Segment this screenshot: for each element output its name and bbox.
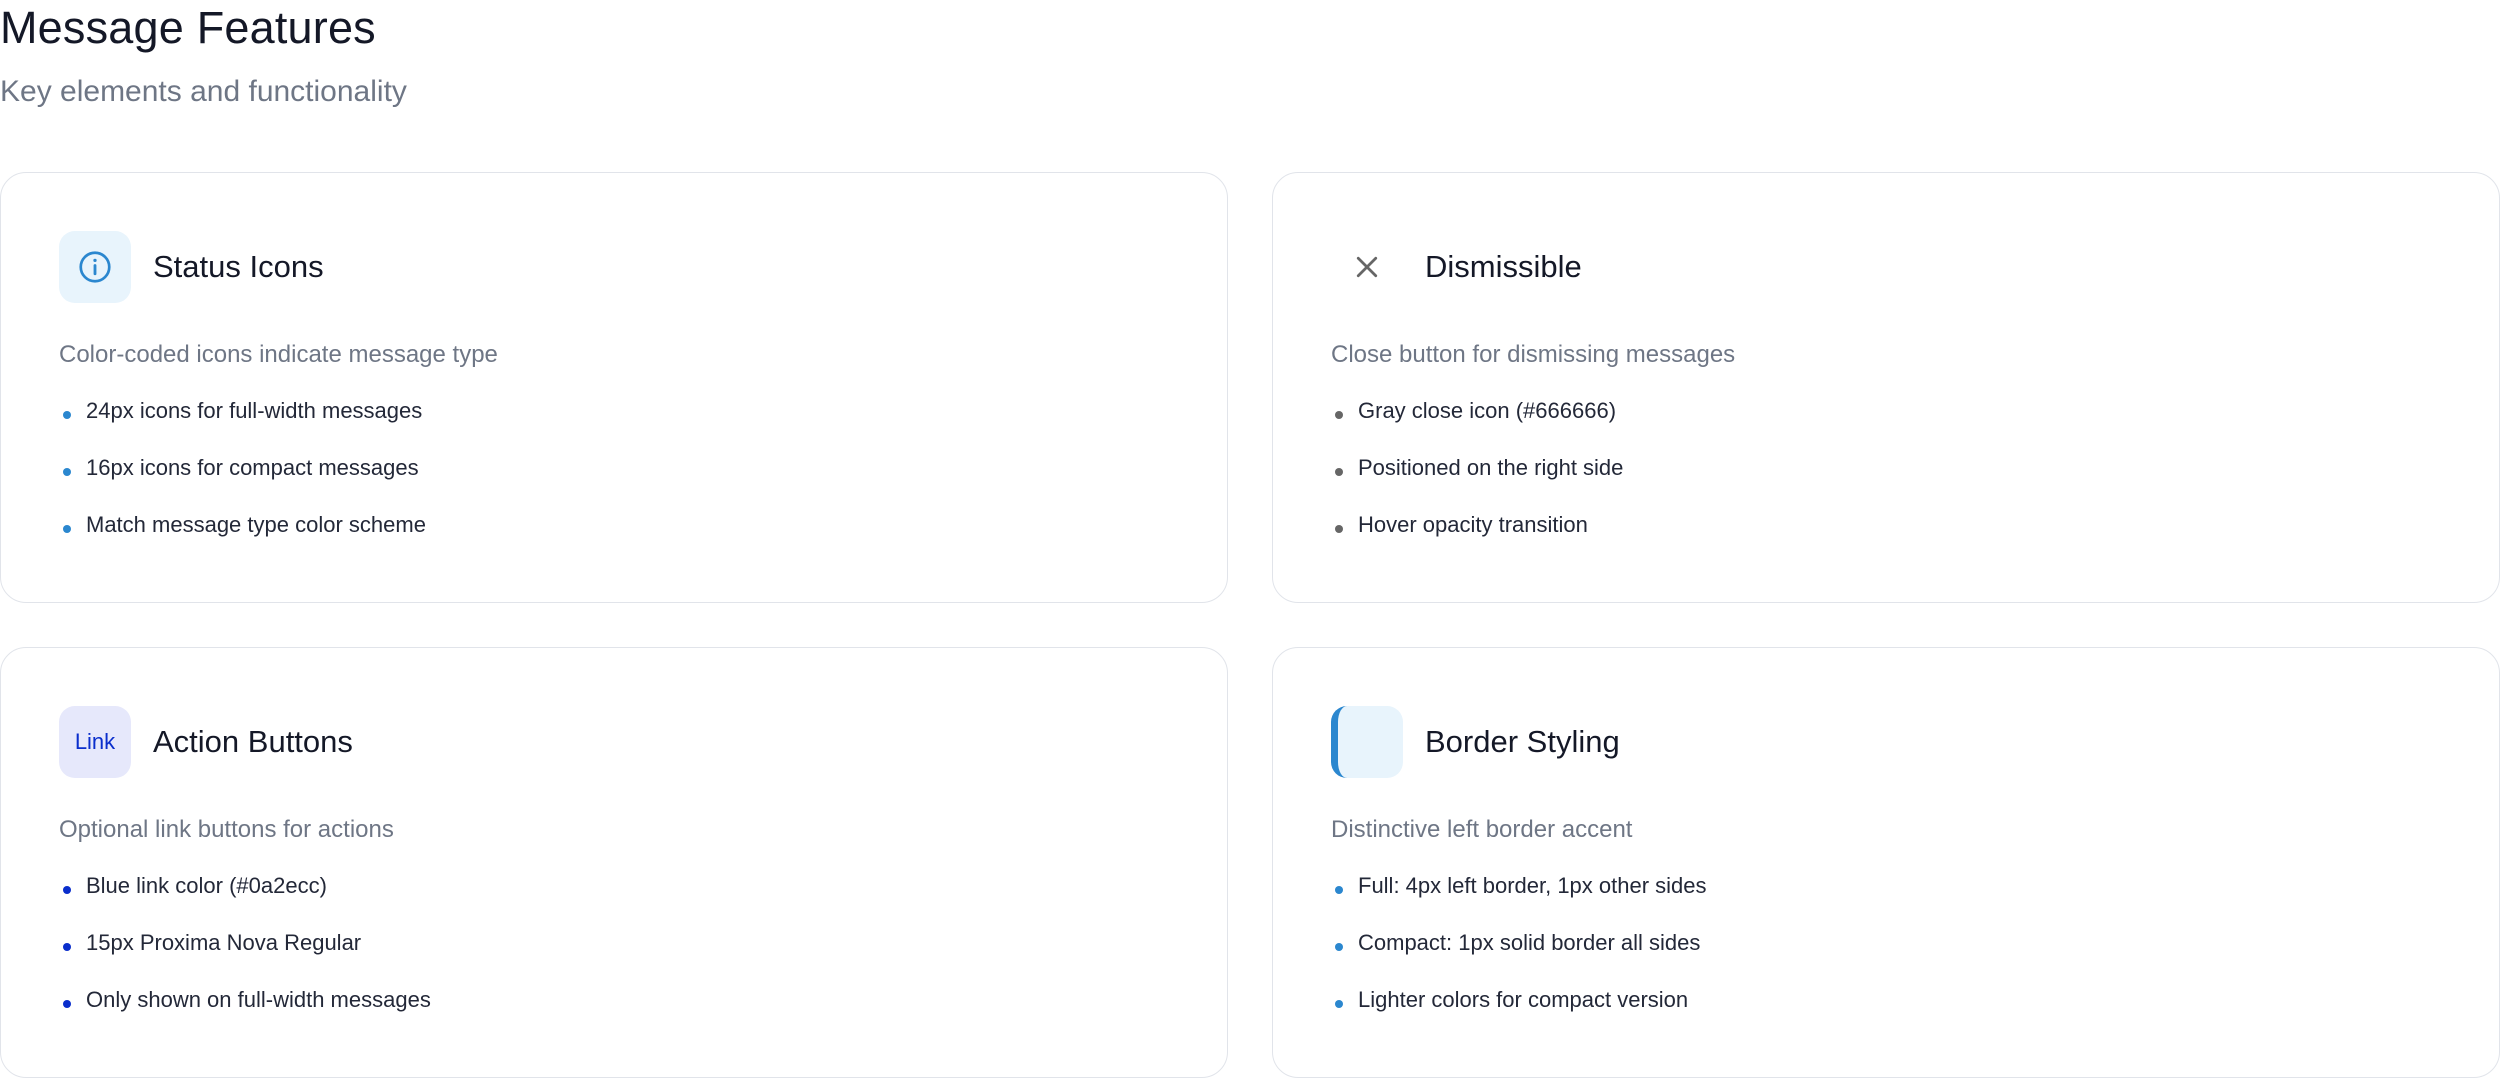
- feature-text: Compact: 1px solid border all sides: [1358, 930, 1701, 955]
- feature-item: 15px Proxima Nova Regular: [59, 929, 1169, 957]
- page-subtitle: Key elements and functionality: [0, 75, 407, 108]
- feature-item: Compact: 1px solid border all sides: [1331, 929, 2441, 957]
- feature-item: Match message type color scheme: [59, 511, 1169, 539]
- bullet-dot: [1335, 525, 1343, 533]
- feature-card-border-styling: Border Styling Distinctive left border a…: [1272, 647, 2500, 1078]
- bullet-dot: [63, 411, 71, 419]
- card-description: Color-coded icons indicate message type: [59, 341, 498, 368]
- feature-list: Gray close icon (#666666) Positioned on …: [1331, 397, 2441, 539]
- bullet-dot: [63, 886, 71, 894]
- feature-text: 24px icons for full-width messages: [86, 398, 423, 423]
- feature-item: 24px icons for full-width messages: [59, 397, 1169, 425]
- feature-card-status-icons: Status Icons Color-coded icons indicate …: [0, 172, 1228, 603]
- card-title: Dismissible: [1425, 249, 1582, 284]
- bullet-dot: [1335, 411, 1343, 419]
- bullet-dot: [63, 525, 71, 533]
- link-icon[interactable]: Link: [59, 706, 131, 778]
- feature-text: Lighter colors for compact version: [1358, 987, 1689, 1012]
- card-title: Border Styling: [1425, 724, 1620, 759]
- feature-text: Blue link color (#0a2ecc): [86, 873, 327, 898]
- feature-text: 16px icons for compact messages: [86, 455, 419, 480]
- feature-list: Full: 4px left border, 1px other sides C…: [1331, 872, 2441, 1014]
- feature-text: 15px Proxima Nova Regular: [86, 930, 362, 955]
- feature-item: 16px icons for compact messages: [59, 454, 1169, 482]
- feature-item: Full: 4px left border, 1px other sides: [1331, 872, 2441, 900]
- bullet-dot: [63, 468, 71, 476]
- feature-list: Blue link color (#0a2ecc) 15px Proxima N…: [59, 872, 1169, 1014]
- feature-item: Hover opacity transition: [1331, 511, 2441, 539]
- card-header: Border Styling: [1331, 706, 2441, 778]
- feature-text: Hover opacity transition: [1358, 512, 1588, 537]
- card-title: Action Buttons: [153, 724, 353, 759]
- feature-card-dismissible: Dismissible Close button for dismissing …: [1272, 172, 2500, 603]
- bullet-dot: [63, 1000, 71, 1008]
- feature-list: 24px icons for full-width messages 16px …: [59, 397, 1169, 539]
- card-description: Optional link buttons for actions: [59, 816, 394, 843]
- card-title: Status Icons: [153, 249, 324, 284]
- feature-text: Match message type color scheme: [86, 512, 426, 537]
- border-accent-icon: [1331, 706, 1403, 778]
- feature-item: Only shown on full-width messages: [59, 986, 1169, 1014]
- feature-item: Positioned on the right side: [1331, 454, 2441, 482]
- feature-grid: Status Icons Color-coded icons indicate …: [0, 172, 2500, 1078]
- card-description: Close button for dismissing messages: [1331, 341, 1736, 368]
- feature-card-action-buttons: Link Action Buttons Optional link button…: [0, 647, 1228, 1078]
- page-title: Message Features: [0, 2, 376, 53]
- feature-item: Blue link color (#0a2ecc): [59, 872, 1169, 900]
- bullet-dot: [1335, 886, 1343, 894]
- bullet-dot: [1335, 468, 1343, 476]
- card-header: Link Action Buttons: [59, 706, 1169, 778]
- card-header: Dismissible: [1331, 231, 2441, 303]
- card-header: Status Icons: [59, 231, 1169, 303]
- link-icon-label: Link: [74, 729, 116, 754]
- feature-item: Gray close icon (#666666): [1331, 397, 2441, 425]
- info-circle-icon: [59, 231, 131, 303]
- card-description: Distinctive left border accent: [1331, 816, 1633, 843]
- bullet-dot: [1335, 1000, 1343, 1008]
- feature-item: Lighter colors for compact version: [1331, 986, 2441, 1014]
- close-icon[interactable]: [1331, 231, 1403, 303]
- feature-text: Gray close icon (#666666): [1358, 398, 1617, 423]
- feature-text: Only shown on full-width messages: [86, 987, 431, 1012]
- bullet-dot: [63, 943, 71, 951]
- bullet-dot: [1335, 943, 1343, 951]
- feature-text: Full: 4px left border, 1px other sides: [1358, 873, 1707, 898]
- feature-text: Positioned on the right side: [1358, 455, 1624, 480]
